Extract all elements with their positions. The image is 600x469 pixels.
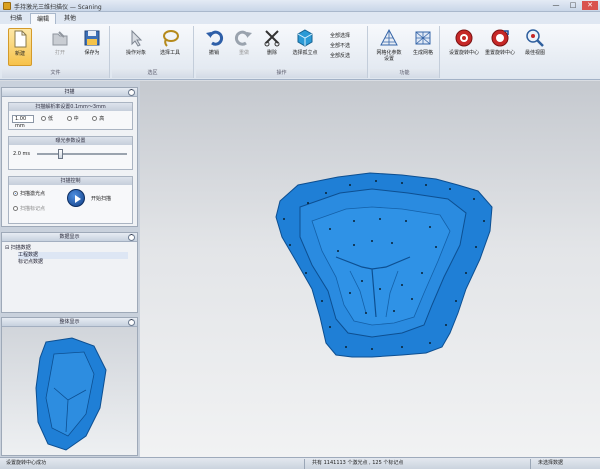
scan-marker-option[interactable]: 扫描标记点 (13, 205, 45, 212)
scan-panel-header: 扫描 ^ (2, 88, 137, 97)
target-icon (455, 29, 473, 47)
best-view-button[interactable]: 最佳视图 (520, 28, 550, 66)
window-title: 手持激光三维扫描仪 — Scaning (14, 4, 102, 11)
scan-control-box: 扫描控制 扫描激光点 扫描标记点 开始扫描 (8, 176, 133, 224)
cube-icon (297, 29, 313, 47)
scan-control-title: 扫描控制 (9, 177, 132, 185)
generate-mesh-button[interactable]: 生成网格 (408, 28, 438, 66)
set-rotation-center-button[interactable]: 设置旋转中心 (448, 28, 480, 66)
tree-item-project-data[interactable]: 工程数据 (18, 252, 128, 259)
save-icon (84, 30, 100, 46)
exposure-value: 2.0 ms (13, 151, 31, 157)
start-scan-label: 开始扫描 (91, 196, 112, 202)
preview-panel: 整体显示 ^ (1, 317, 138, 456)
app-icon[interactable] (3, 2, 11, 10)
scan-mesh[interactable] (140, 81, 600, 457)
play-icon (75, 195, 81, 203)
data-panel: 数据显示 ^ ⊟ 扫描数据 工程数据 标记点数据 (1, 232, 138, 313)
select-all-button[interactable]: 全部选择 (330, 32, 350, 41)
undo-button[interactable]: 撤销 (200, 28, 228, 66)
operate-group: 撤销 重做 删除 选择孤立点 全部选择 全部不选 全部反选 操作 (196, 26, 368, 78)
tree-item-marker-data[interactable]: 标记点数据 (18, 259, 43, 266)
operate-object-button[interactable]: 操作对象 (122, 28, 150, 66)
title-bar: 手持激光三维扫描仪 — Scaning — □ ✕ (0, 0, 600, 12)
exposure-slider-track[interactable] (37, 153, 127, 155)
data-panel-header: 数据显示 ^ (2, 233, 137, 242)
tab-scan[interactable]: 扫描 (4, 13, 28, 24)
new-button[interactable]: 新建 (8, 28, 32, 66)
resolution-box: 扫描解析率设置0.1mm～3mm 1.00 mm 低 中 高 (8, 102, 133, 130)
scan-laser-option[interactable]: 扫描激光点 (13, 190, 45, 197)
resolution-medium[interactable]: 中 (66, 116, 79, 122)
collapse-icon[interactable]: ^ (128, 89, 135, 96)
scan-panel-title: 扫描 (64, 89, 75, 95)
scan-panel: 扫描 ^ 扫描解析率设置0.1mm～3mm 1.00 mm 低 中 高 曝光参数… (1, 87, 138, 227)
maximize-button[interactable]: □ (565, 1, 581, 10)
select-none-button[interactable]: 全部不选 (330, 42, 350, 51)
start-scan-button[interactable] (67, 189, 85, 207)
resolution-title: 扫描解析率设置0.1mm～3mm (9, 103, 132, 111)
tab-edit[interactable]: 编辑 (30, 13, 57, 24)
mesh-icon (415, 31, 431, 45)
new-file-icon (14, 30, 27, 48)
magnifier-icon (526, 29, 544, 47)
preview-panel-header: 整体显示 ^ (2, 318, 137, 327)
status-bar: 设置旋转中心成功 共有 1141113 个激光点 , 125 个标记点 未选择数… (0, 457, 600, 469)
data-panel-title: 数据显示 (59, 234, 80, 240)
tree-item-scan-data[interactable]: ⊟ 扫描数据 (5, 245, 31, 252)
view-group: 设置旋转中心 重置旋转中心 最佳视图 (442, 26, 552, 78)
exposure-box: 曝光参数设置 2.0 ms (8, 136, 133, 170)
resolution-high[interactable]: 高 (92, 116, 104, 122)
resolution-input[interactable]: 1.00 mm (12, 115, 34, 129)
invert-selection-button[interactable]: 全部反选 (330, 52, 350, 61)
preview-mesh[interactable] (2, 328, 137, 456)
status-message: 设置旋转中心成功 (6, 460, 47, 466)
exposure-slider-thumb[interactable] (57, 149, 63, 159)
collapse-icon[interactable]: ^ (128, 319, 135, 326)
select-isolated-button[interactable]: 选择孤立点 (288, 28, 322, 66)
minimize-button[interactable]: — (548, 1, 564, 10)
point-count: 共有 1141113 个激光点 , 125 个标记点 (312, 460, 404, 466)
file-group-label: 文件 (2, 69, 109, 78)
pointer-icon (131, 29, 143, 47)
ribbon-tabs: 扫描 编辑 其他 (0, 12, 600, 24)
redo-button[interactable]: 重做 (230, 28, 258, 66)
lasso-icon (163, 30, 179, 47)
select-tool-button[interactable]: 选择工具 (156, 28, 184, 66)
collapse-icon[interactable]: ^ (128, 234, 135, 241)
select-group: 操作对象 选择工具 选区 (112, 26, 194, 78)
ribbon: 新建 打开 保存为 文件 操作对象 选择工具 选区 撤销 重做 删除 选择孤立点… (0, 24, 600, 80)
delete-button[interactable]: 删除 (258, 28, 286, 66)
redo-icon (234, 30, 252, 46)
close-button[interactable]: ✕ (582, 1, 598, 10)
operate-group-label: 操作 (196, 69, 367, 78)
resolution-low[interactable]: 低 (41, 116, 53, 122)
reset-target-icon (491, 29, 509, 47)
reset-rotation-center-button[interactable]: 重置旋转中心 (484, 28, 516, 66)
undo-icon (206, 30, 224, 46)
file-group: 新建 打开 保存为 文件 (2, 26, 110, 78)
save-as-button[interactable]: 保存为 (78, 28, 106, 66)
resolution-options: 低 中 高 (41, 116, 104, 123)
tab-other[interactable]: 其他 (58, 13, 82, 24)
function-group: 网格化参数设置 生成网格 功能 (370, 26, 440, 78)
3d-viewport[interactable] (140, 81, 600, 457)
scissors-icon (264, 30, 280, 47)
open-button[interactable]: 打开 (46, 28, 74, 66)
function-group-label: 功能 (370, 69, 439, 78)
mesh-params-button[interactable]: 网格化参数设置 (374, 28, 404, 66)
selection-status: 未选择数据 (538, 460, 564, 466)
preview-panel-title: 整体显示 (59, 319, 80, 325)
left-sidebar: 扫描 ^ 扫描解析率设置0.1mm～3mm 1.00 mm 低 中 高 曝光参数… (0, 81, 140, 457)
select-group-label: 选区 (112, 69, 193, 78)
mesh-settings-icon (380, 28, 398, 46)
exposure-title: 曝光参数设置 (9, 137, 132, 145)
open-icon (52, 31, 68, 46)
